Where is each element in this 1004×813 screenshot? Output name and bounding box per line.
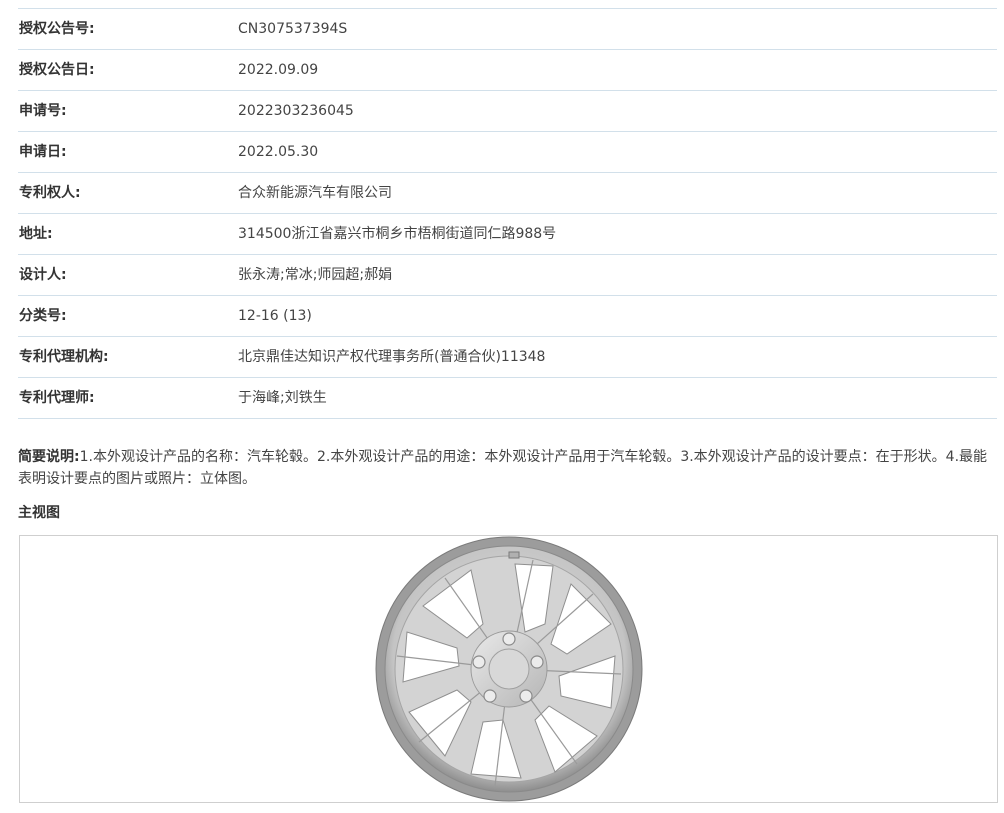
field-label: 申请日: — [19, 144, 67, 160]
field-row-pub-date: 授权公告日: 2022.09.09 — [18, 50, 997, 91]
field-label: 分类号: — [19, 308, 67, 324]
field-value: CN307537394S — [238, 21, 348, 37]
field-value: 2022.09.09 — [238, 62, 319, 78]
field-row-app-date: 申请日: 2022.05.30 — [18, 132, 997, 173]
field-label: 专利权人: — [19, 185, 81, 201]
field-label: 申请号: — [19, 103, 67, 119]
field-row-app-number: 申请号: 2022303236045 — [18, 91, 997, 132]
wheel-rim-image — [375, 536, 643, 802]
field-value: 北京鼎佳达知识产权代理事务所(普通合伙)11348 — [238, 349, 546, 365]
brief-description: 简要说明:1.本外观设计产品的名称：汽车轮毂。2.本外观设计产品的用途：本外观设… — [18, 446, 998, 490]
field-label: 授权公告日: — [19, 62, 95, 78]
field-row-address: 地址: 314500浙江省嘉兴市桐乡市梧桐街道同仁路988号 — [18, 214, 997, 255]
field-row-patentee: 专利权人: 合众新能源汽车有限公司 — [18, 173, 997, 214]
field-row-agency: 专利代理机构: 北京鼎佳达知识产权代理事务所(普通合伙)11348 — [18, 337, 997, 378]
field-value: 合众新能源汽车有限公司 — [238, 185, 392, 201]
field-value: 张永涛;常冰;师园超;郝娟 — [238, 267, 393, 283]
field-value: 2022303236045 — [238, 103, 354, 119]
field-label: 地址: — [19, 226, 53, 242]
field-row-classification: 分类号: 12-16 (13) — [18, 296, 997, 337]
field-value: 314500浙江省嘉兴市桐乡市梧桐街道同仁路988号 — [238, 226, 557, 242]
field-label: 授权公告号: — [19, 21, 95, 37]
field-row-designers: 设计人: 张永涛;常冰;师园超;郝娟 — [18, 255, 997, 296]
field-label: 设计人: — [19, 267, 67, 283]
field-value: 12-16 (13) — [238, 308, 312, 324]
main-view-image-frame — [19, 535, 998, 803]
field-row-agent: 专利代理师: 于海峰;刘铁生 — [18, 378, 997, 419]
summary-text: 1.本外观设计产品的名称：汽车轮毂。2.本外观设计产品的用途：本外观设计产品用于… — [18, 449, 988, 487]
main-view-title: 主视图 — [18, 505, 60, 521]
patent-info-table: 授权公告号: CN307537394S 授权公告日: 2022.09.09 申请… — [18, 8, 997, 419]
field-row-pub-number: 授权公告号: CN307537394S — [18, 9, 997, 50]
field-label: 专利代理师: — [19, 390, 95, 406]
field-value: 2022.05.30 — [238, 144, 319, 160]
field-value: 于海峰;刘铁生 — [238, 390, 327, 406]
summary-label: 简要说明: — [18, 449, 80, 465]
field-label: 专利代理机构: — [19, 349, 109, 365]
